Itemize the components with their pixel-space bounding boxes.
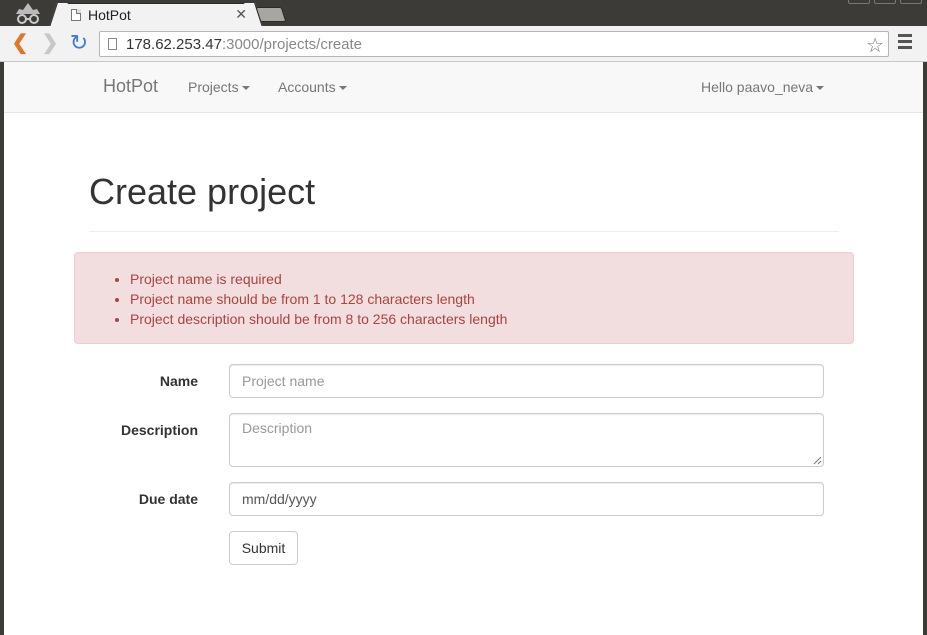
error-item: Project name should be from 1 to 128 cha…	[130, 289, 507, 309]
error-item: Project description should be from 8 to …	[130, 309, 507, 329]
error-item: Project name is required	[130, 269, 507, 289]
resize-grip-icon[interactable]	[812, 455, 822, 465]
tab-title: HotPot	[88, 7, 131, 23]
page-icon	[108, 38, 117, 50]
page-title: Create project	[89, 171, 316, 212]
page-header: Create project	[89, 172, 839, 232]
due-date-label: Due date	[138, 491, 198, 507]
caret-down-icon	[338, 86, 347, 91]
minimize-window-button[interactable]	[848, 0, 870, 4]
address-bar[interactable]: 178.62.253.47:3000/projects/create ☆	[99, 31, 889, 57]
projects-dropdown[interactable]: Projects	[188, 79, 250, 95]
bookmark-star-icon[interactable]: ☆	[866, 33, 884, 58]
project-name-input[interactable]	[229, 364, 824, 398]
caret-down-icon	[241, 86, 250, 91]
page-favicon-icon	[71, 9, 81, 21]
maximize-window-button[interactable]	[874, 0, 896, 4]
error-alert: Project name is required Project name sh…	[74, 252, 854, 344]
forward-arrow-icon[interactable]: ❯	[38, 32, 62, 56]
name-label: Name	[159, 373, 198, 389]
navbar-brand[interactable]: HotPot	[103, 76, 158, 97]
page-viewport: HotPot Projects Accounts Hello paavo_nev…	[4, 62, 923, 635]
browser-tab[interactable]: HotPot ✕	[58, 3, 254, 27]
submit-button[interactable]: Submit	[229, 531, 298, 565]
browser-toolbar: ❮ ❯ ↻ 178.62.253.47:3000/projects/create…	[0, 26, 927, 62]
caret-down-icon	[816, 86, 825, 91]
back-arrow-icon[interactable]: ❮	[8, 32, 32, 56]
user-dropdown[interactable]: Hello paavo_neva	[701, 79, 825, 95]
browser-menu-icon[interactable]	[898, 34, 912, 52]
description-textarea[interactable]	[229, 413, 824, 467]
incognito-icon	[16, 3, 40, 24]
close-window-button[interactable]	[900, 0, 922, 4]
navbar: HotPot Projects Accounts Hello paavo_nev…	[4, 62, 923, 113]
error-list: Project name is required Project name sh…	[130, 269, 507, 329]
accounts-dropdown[interactable]: Accounts	[278, 79, 347, 95]
close-tab-icon[interactable]: ✕	[235, 6, 247, 23]
new-tab-button[interactable]	[255, 7, 287, 22]
description-label: Description	[120, 422, 198, 438]
url-text: 178.62.253.47:3000/projects/create	[126, 36, 363, 53]
browser-titlebar: HotPot ✕	[0, 0, 927, 27]
due-date-input[interactable]	[229, 482, 824, 516]
reload-icon[interactable]: ↻	[67, 32, 91, 56]
